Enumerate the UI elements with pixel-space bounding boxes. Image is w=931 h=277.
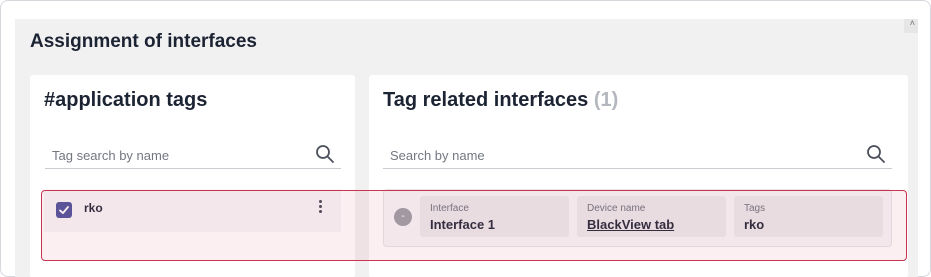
tags-cell-label: Tags bbox=[744, 203, 766, 214]
kebab-menu-icon[interactable] bbox=[317, 200, 323, 216]
tags-panel-title: #application tags bbox=[44, 89, 208, 111]
interface-search-field[interactable]: Search by name bbox=[383, 141, 892, 169]
tag-label: rko bbox=[84, 201, 103, 215]
interface-cell-label: Interface bbox=[430, 203, 469, 214]
interfaces-panel-title: Tag related interfaces (1) bbox=[383, 89, 618, 112]
search-icon[interactable] bbox=[866, 144, 886, 164]
assignment-section: ˄ Assignment of interfaces #application … bbox=[15, 19, 918, 277]
tags-cell-value: rko bbox=[744, 217, 765, 232]
device-name-link[interactable]: BlackView tab bbox=[587, 217, 674, 232]
device-name-cell: Device name BlackView tab bbox=[577, 196, 726, 237]
tag-list-item[interactable]: rko bbox=[44, 189, 341, 232]
tag-search-field[interactable]: Tag search by name bbox=[45, 141, 341, 169]
tag-related-interfaces-panel: Tag related interfaces (1) Search by nam… bbox=[369, 75, 908, 277]
search-icon[interactable] bbox=[315, 144, 335, 164]
interface-search-input[interactable]: Search by name bbox=[390, 148, 485, 163]
scrollbar[interactable]: ˄ bbox=[904, 19, 918, 33]
status-icon: - bbox=[394, 208, 412, 226]
tags-cell: Tags rko bbox=[734, 196, 883, 237]
interfaces-panel-title-text: Tag related interfaces bbox=[383, 89, 589, 111]
interface-cell-value: Interface 1 bbox=[430, 217, 496, 232]
tag-checkbox[interactable] bbox=[56, 202, 72, 218]
device-name-label: Device name bbox=[587, 203, 646, 214]
application-tags-panel: #application tags Tag search by name rko bbox=[30, 75, 355, 277]
interface-row[interactable]: - Interface Interface 1 Device name Blac… bbox=[383, 189, 892, 247]
interface-cell: Interface Interface 1 bbox=[420, 196, 569, 237]
tag-search-input[interactable]: Tag search by name bbox=[52, 148, 169, 163]
section-title: Assignment of interfaces bbox=[30, 31, 257, 52]
checkbox-checked-icon bbox=[59, 206, 69, 214]
window-frame: ˄ Assignment of interfaces #application … bbox=[0, 0, 931, 277]
scroll-up-icon[interactable]: ˄ bbox=[910, 19, 915, 28]
interfaces-count: (1) bbox=[593, 89, 619, 111]
